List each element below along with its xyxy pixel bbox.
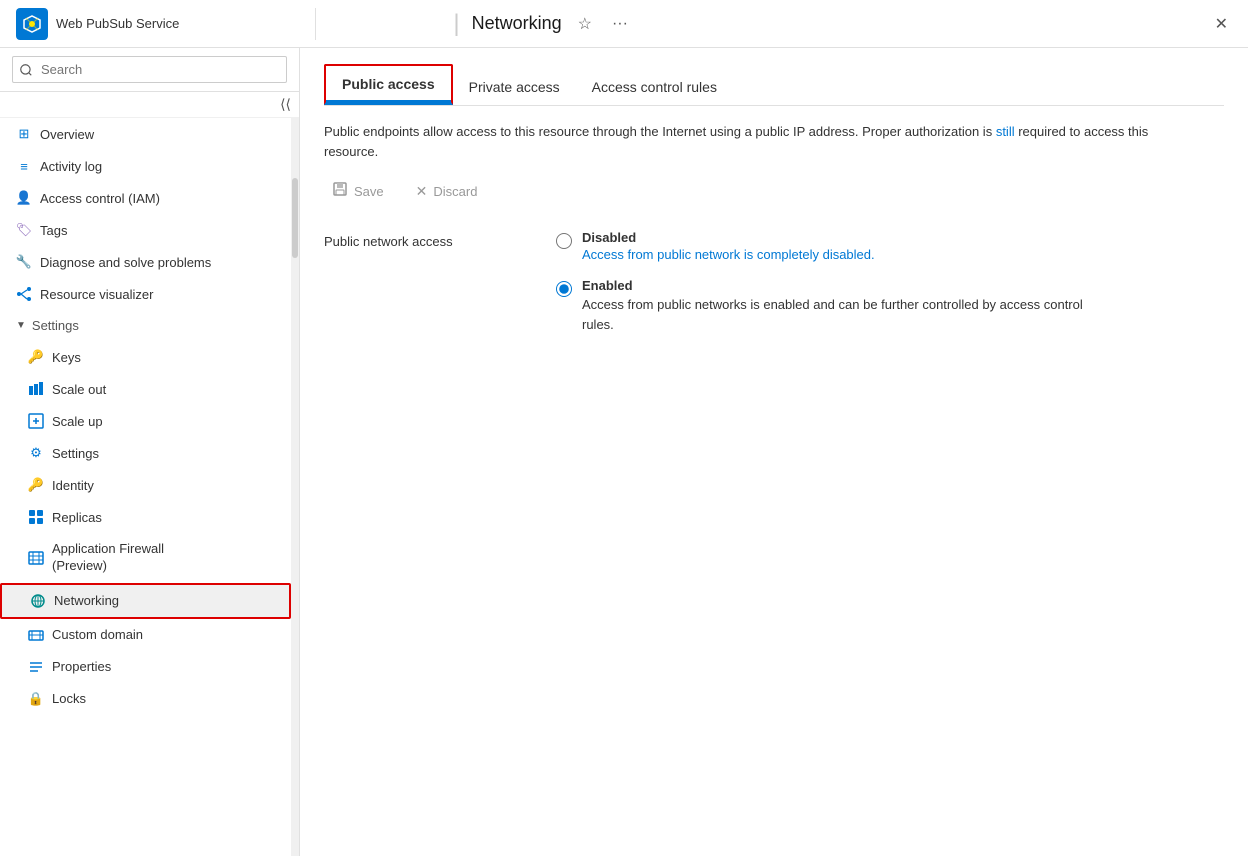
scrollbar-thumb[interactable] bbox=[292, 178, 298, 258]
radio-enabled-label[interactable]: Enabled bbox=[582, 278, 1102, 293]
radio-disabled-label[interactable]: Disabled bbox=[582, 230, 875, 245]
domain-icon bbox=[28, 627, 44, 643]
list-icon: ≡ bbox=[16, 158, 32, 174]
tag-icon: 🏷 bbox=[16, 222, 32, 238]
main-layout: ⟨⟨ ⊞ Overview ≡ Activity log 👤 Access co… bbox=[0, 48, 1248, 856]
sidebar-item-label: Resource visualizer bbox=[40, 287, 153, 302]
sidebar-item-label: Replicas bbox=[52, 510, 102, 525]
sidebar-item-label: Diagnose and solve problems bbox=[40, 255, 211, 270]
toolbar: Save ✕ Discard bbox=[324, 177, 1224, 206]
sidebar-item-label: Settings bbox=[52, 446, 99, 461]
radio-option-enabled: Enabled Access from public networks is e… bbox=[556, 278, 1102, 334]
identity-icon: 🔑 bbox=[28, 477, 44, 493]
radio-enabled[interactable] bbox=[556, 281, 572, 297]
save-button[interactable]: Save bbox=[324, 177, 392, 206]
sidebar-item-custom-domain[interactable]: Custom domain bbox=[0, 619, 291, 651]
settings-section-header[interactable]: ▼ Settings bbox=[0, 310, 291, 341]
sidebar-item-resource-visualizer[interactable]: Resource visualizer bbox=[0, 278, 291, 310]
radio-option-disabled: Disabled Access from public network is c… bbox=[556, 230, 1102, 262]
diagram-icon bbox=[16, 286, 32, 302]
replicas-icon bbox=[28, 509, 44, 525]
sidebar-item-settings[interactable]: ⚙ Settings bbox=[0, 437, 291, 469]
content-inner: Public access Private access Access cont… bbox=[300, 48, 1248, 856]
sidebar-item-access-control[interactable]: 👤 Access control (IAM) bbox=[0, 182, 291, 214]
radio-disabled-desc: Access from public network is completely… bbox=[582, 247, 875, 262]
tab-private-access[interactable]: Private access bbox=[453, 69, 576, 105]
page-title: Networking bbox=[472, 13, 562, 34]
sidebar-item-locks[interactable]: 🔒 Locks bbox=[0, 683, 291, 715]
page-title-area: | Networking ☆ ··· bbox=[328, 10, 757, 38]
chevron-down-icon: ▼ bbox=[16, 320, 26, 331]
sidebar-item-keys[interactable]: 🔑 Keys bbox=[0, 341, 291, 373]
sidebar-item-overview[interactable]: ⊞ Overview bbox=[0, 118, 291, 150]
sidebar-item-scale-out[interactable]: Scale out bbox=[0, 373, 291, 405]
discard-label: Discard bbox=[433, 184, 477, 199]
sidebar-item-label: Networking bbox=[54, 593, 119, 608]
app-logo bbox=[16, 8, 48, 40]
settings-label: Settings bbox=[32, 318, 79, 333]
sidebar-nav: ⊞ Overview ≡ Activity log 👤 Access contr… bbox=[0, 118, 291, 856]
radio-enabled-desc: Access from public networks is enabled a… bbox=[582, 295, 1102, 334]
scaleout-icon bbox=[28, 381, 44, 397]
key-icon: 🔑 bbox=[28, 349, 44, 365]
sidebar-item-label: Locks bbox=[52, 691, 86, 706]
save-label: Save bbox=[354, 184, 384, 199]
network-access-label: Public network access bbox=[324, 230, 524, 334]
top-bar-left: Web PubSub Service bbox=[16, 8, 316, 40]
discard-icon: ✕ bbox=[416, 183, 428, 200]
sidebar-nav-area: ⊞ Overview ≡ Activity log 👤 Access contr… bbox=[0, 118, 299, 856]
sidebar-item-replicas[interactable]: Replicas bbox=[0, 501, 291, 533]
sidebar-item-label: Scale up bbox=[52, 414, 103, 429]
sidebar-item-activity-log[interactable]: ≡ Activity log bbox=[0, 150, 291, 182]
discard-button[interactable]: ✕ Discard bbox=[408, 179, 486, 204]
sidebar-item-app-firewall[interactable]: Application Firewall(Preview) bbox=[0, 533, 291, 583]
sidebar-item-label: Tags bbox=[40, 223, 67, 238]
person-icon: 👤 bbox=[16, 190, 32, 206]
sidebar-item-label: Access control (IAM) bbox=[40, 191, 160, 206]
collapse-sidebar-button[interactable]: ⟨⟨ bbox=[280, 96, 291, 113]
network-icon bbox=[30, 593, 46, 609]
tabs: Public access Private access Access cont… bbox=[324, 64, 1224, 106]
search-input[interactable] bbox=[12, 56, 287, 83]
save-icon bbox=[332, 181, 348, 202]
radio-group: Disabled Access from public network is c… bbox=[556, 230, 1102, 334]
tab-public-access[interactable]: Public access bbox=[324, 64, 453, 105]
sidebar-item-identity[interactable]: 🔑 Identity bbox=[0, 469, 291, 501]
sidebar-search-area bbox=[0, 48, 299, 92]
sidebar-item-label: Identity bbox=[52, 478, 94, 493]
sidebar-item-label: Activity log bbox=[40, 159, 102, 174]
sidebar-item-label: Keys bbox=[52, 350, 81, 365]
properties-icon bbox=[28, 659, 44, 675]
sidebar-item-label: Custom domain bbox=[52, 627, 143, 642]
sidebar-item-diagnose[interactable]: 🔧 Diagnose and solve problems bbox=[0, 246, 291, 278]
scaleup-icon bbox=[28, 413, 44, 429]
content-area: Public access Private access Access cont… bbox=[300, 48, 1248, 856]
sidebar-item-label: Application Firewall(Preview) bbox=[52, 541, 164, 575]
sidebar-item-scale-up[interactable]: Scale up bbox=[0, 405, 291, 437]
settings-icon: ⚙ bbox=[28, 445, 44, 461]
more-button[interactable]: ··· bbox=[608, 11, 632, 37]
content-description: Public endpoints allow access to this re… bbox=[324, 122, 1184, 161]
sidebar-item-properties[interactable]: Properties bbox=[0, 651, 291, 683]
sidebar-item-tags[interactable]: 🏷 Tags bbox=[0, 214, 291, 246]
tab-access-control-rules[interactable]: Access control rules bbox=[576, 69, 733, 105]
sidebar-item-networking[interactable]: Networking bbox=[0, 583, 291, 619]
sidebar-item-label: Properties bbox=[52, 659, 111, 674]
top-bar: Web PubSub Service | Networking ☆ ··· ✕ bbox=[0, 0, 1248, 48]
sidebar-scrollbar[interactable] bbox=[291, 118, 299, 856]
still-link[interactable]: still bbox=[996, 124, 1015, 139]
locks-icon: 🔒 bbox=[28, 691, 44, 707]
sidebar-item-label: Scale out bbox=[52, 382, 106, 397]
radio-disabled[interactable] bbox=[556, 233, 572, 249]
wrench-icon: 🔧 bbox=[16, 254, 32, 270]
service-name: Web PubSub Service bbox=[56, 16, 179, 31]
favorite-button[interactable]: ☆ bbox=[574, 10, 596, 38]
sidebar-item-label: Overview bbox=[40, 127, 94, 142]
network-access-section: Public network access Disabled Access fr… bbox=[324, 230, 1224, 334]
close-button[interactable]: ✕ bbox=[1211, 10, 1232, 38]
sidebar: ⟨⟨ ⊞ Overview ≡ Activity log 👤 Access co… bbox=[0, 48, 300, 856]
grid-icon: ⊞ bbox=[16, 126, 32, 142]
firewall-icon bbox=[28, 550, 44, 566]
